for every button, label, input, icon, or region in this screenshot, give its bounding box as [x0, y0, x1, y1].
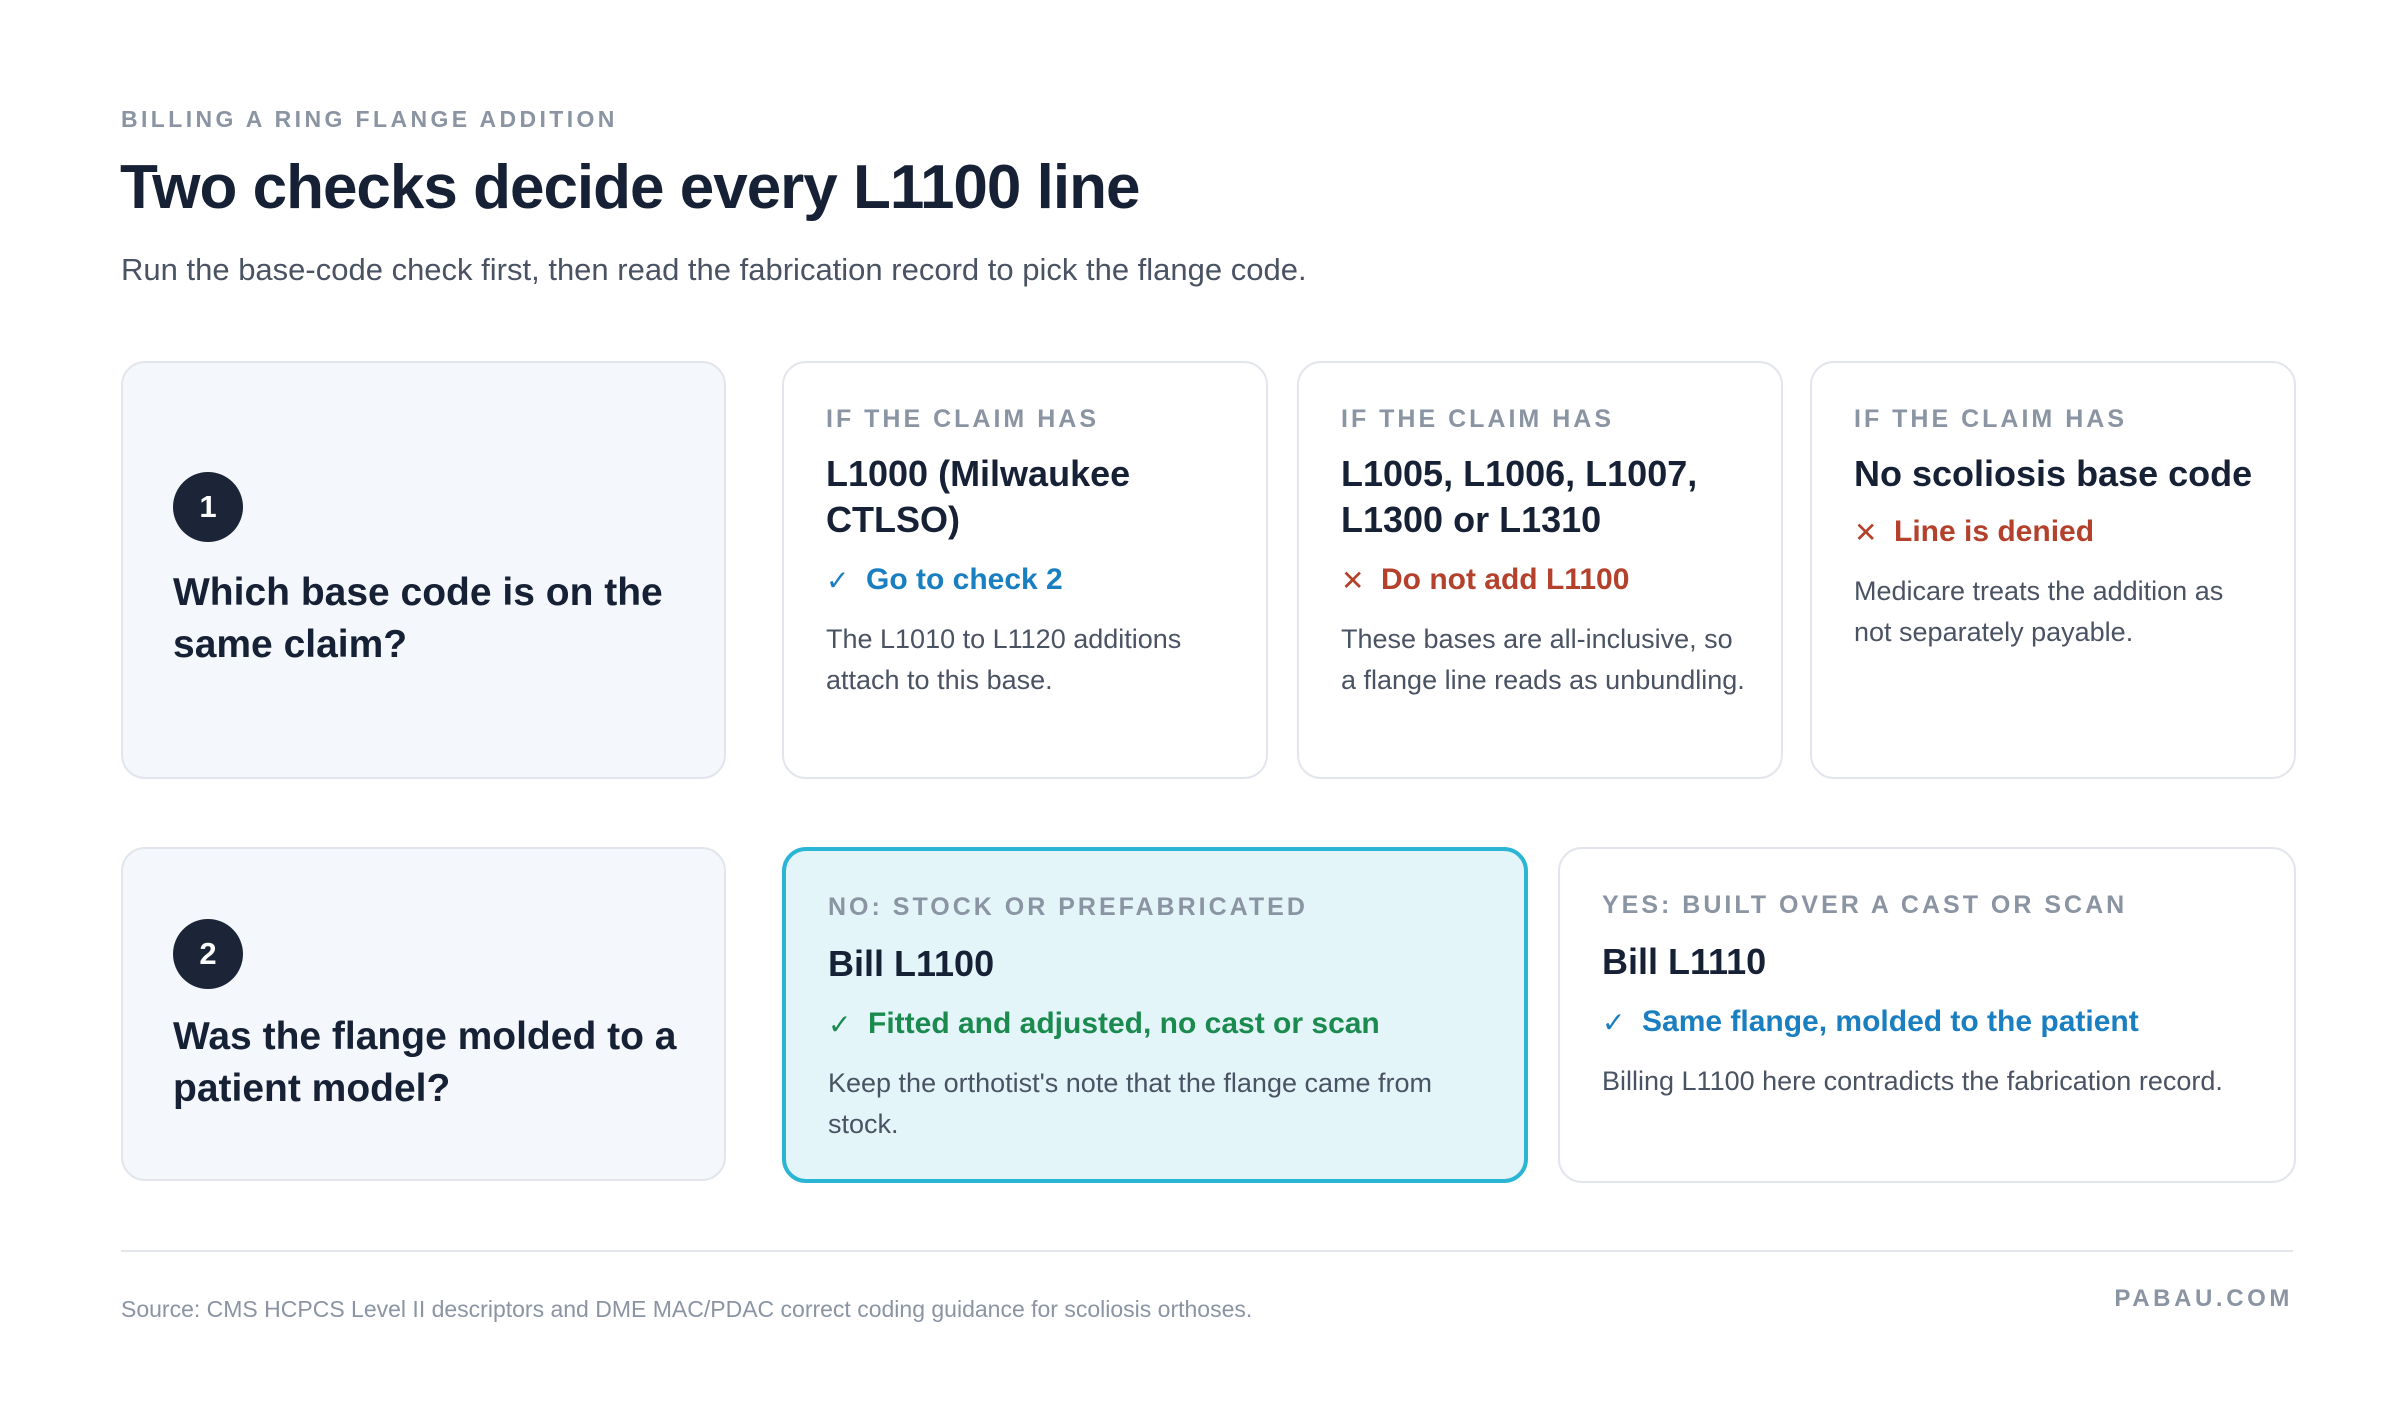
option-verdict: ✕ Line is denied — [1854, 515, 2274, 549]
base-code-option-milwaukee: IF THE CLAIM HAS L1000 (Milwaukee CTLSO)… — [782, 361, 1268, 779]
option-label: IF THE CLAIM HAS — [1341, 405, 1614, 433]
option-note: Medicare treats the addition as not sepa… — [1854, 576, 2224, 647]
eyebrow-label: BILLING A RING FLANGE ADDITION — [121, 106, 618, 132]
option-note: Billing L1100 here contradicts the fabri… — [1602, 1066, 2223, 1096]
footer-divider — [121, 1250, 2293, 1252]
check-1-question: Which base code is on the same claim? — [173, 571, 663, 666]
check-1-question-card: 1 Which base code is on the same claim? — [121, 361, 726, 779]
base-code-option-none: IF THE CLAIM HAS No scoliosis base code … — [1810, 361, 2296, 779]
check-1-badge: 1 — [173, 472, 243, 542]
option-heading: Bill L1100 — [828, 943, 995, 984]
option-heading: L1005, L1006, L1007, L1300 or L1310 — [1341, 453, 1698, 540]
cross-icon: ✕ — [1854, 516, 1878, 548]
option-verdict: ✕ Do not add L1100 — [1341, 563, 1761, 597]
check-2-badge: 2 — [173, 919, 243, 989]
check-2-question: Was the flange molded to a patient model… — [173, 1015, 677, 1110]
page-subtitle: Run the base-code check first, then read… — [121, 252, 1307, 287]
option-heading: No scoliosis base code — [1854, 453, 2253, 494]
option-verdict: ✓ Go to check 2 — [826, 563, 1246, 597]
cross-icon: ✕ — [1341, 564, 1365, 596]
option-verdict-text: Go to check 2 — [866, 563, 1063, 596]
option-verdict: ✓ Fitted and adjusted, no cast or scan — [828, 1007, 1504, 1041]
page-title: Two checks decide every L1100 line — [120, 153, 1140, 222]
option-note: The L1010 to L1120 additions attach to t… — [826, 624, 1182, 695]
option-note: Keep the orthotist's note that the flang… — [828, 1068, 1433, 1139]
option-verdict-text: Same flange, molded to the patient — [1642, 1005, 2139, 1038]
option-label: YES: BUILT OVER A CAST OR SCAN — [1602, 891, 2128, 919]
option-label: NO: STOCK OR PREFABRICATED — [828, 893, 1308, 921]
check-2-question-card: 2 Was the flange molded to a patient mod… — [121, 847, 726, 1181]
fabrication-option-stock: NO: STOCK OR PREFABRICATED Bill L1100 ✓ … — [782, 847, 1528, 1183]
option-label: IF THE CLAIM HAS — [826, 405, 1099, 433]
option-verdict: ✓ Same flange, molded to the patient — [1602, 1005, 2274, 1039]
check-icon: ✓ — [828, 1008, 852, 1040]
option-heading: Bill L1110 — [1602, 941, 1767, 982]
brand-logo: PABAU.COM — [2114, 1285, 2293, 1312]
option-verdict-text: Line is denied — [1894, 515, 2095, 548]
option-note: These bases are all-inclusive, so a flan… — [1341, 624, 1745, 695]
option-heading: L1000 (Milwaukee CTLSO) — [826, 453, 1131, 540]
option-label: IF THE CLAIM HAS — [1854, 405, 2127, 433]
check-icon: ✓ — [1602, 1006, 1626, 1038]
option-verdict-text: Do not add L1100 — [1381, 563, 1630, 596]
source-note: Source: CMS HCPCS Level II descriptors a… — [121, 1296, 1253, 1322]
check-icon: ✓ — [826, 564, 850, 596]
fabrication-option-custom: YES: BUILT OVER A CAST OR SCAN Bill L111… — [1558, 847, 2296, 1183]
base-code-option-all-inclusive: IF THE CLAIM HAS L1005, L1006, L1007, L1… — [1297, 361, 1783, 779]
option-verdict-text: Fitted and adjusted, no cast or scan — [868, 1007, 1380, 1040]
